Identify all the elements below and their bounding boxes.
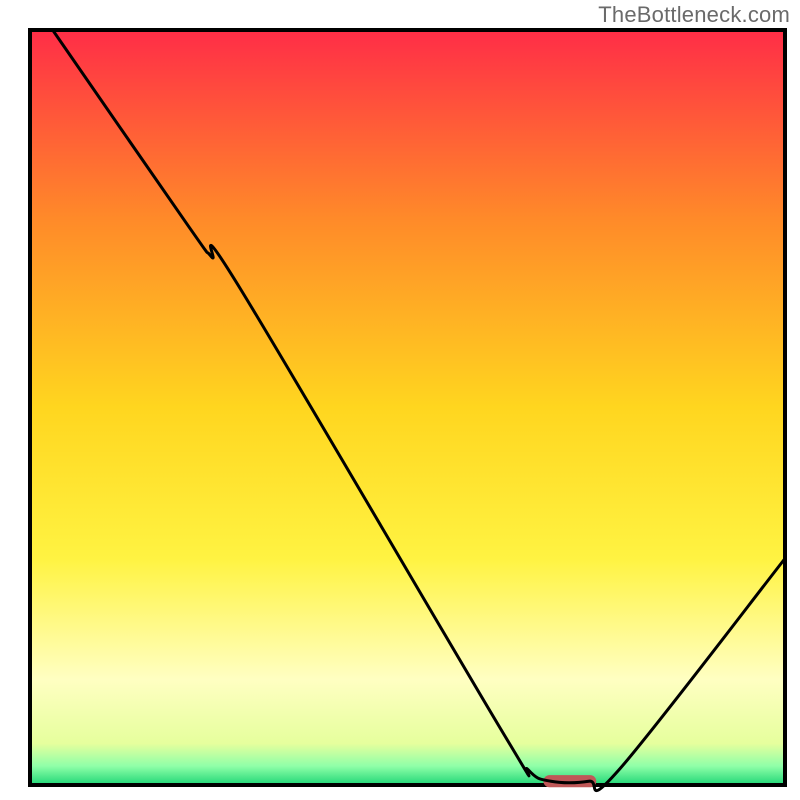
chart-svg bbox=[0, 0, 800, 800]
watermark-text: TheBottleneck.com bbox=[598, 2, 790, 28]
chart-container: TheBottleneck.com bbox=[0, 0, 800, 800]
gradient-background bbox=[30, 30, 785, 785]
